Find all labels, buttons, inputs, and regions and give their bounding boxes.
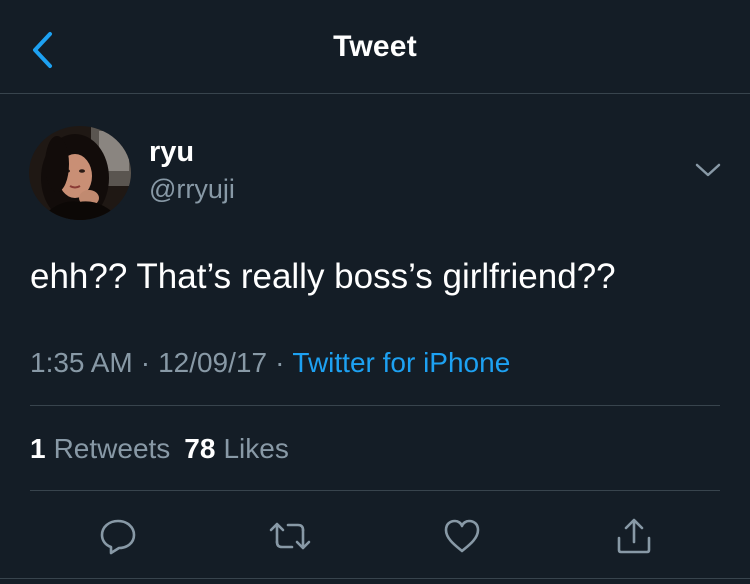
reply-button[interactable] bbox=[96, 514, 140, 558]
likes-count: 78 bbox=[184, 433, 216, 464]
author-display-name[interactable]: ryu bbox=[149, 135, 194, 169]
page-title: Tweet bbox=[333, 30, 417, 63]
meta-separator: · bbox=[140, 347, 151, 378]
tweet-source-link[interactable]: Twitter for iPhone bbox=[292, 347, 510, 378]
retweets-count: 1 bbox=[30, 433, 46, 464]
divider bbox=[30, 405, 720, 406]
retweet-icon bbox=[269, 522, 311, 550]
likes-stat[interactable]: 78 Likes bbox=[184, 433, 289, 464]
avatar-image bbox=[29, 126, 131, 220]
likes-label: Likes bbox=[223, 433, 289, 464]
tweet-actions-bar bbox=[0, 500, 750, 570]
tweet-detail-screen: Tweet ryu @rryuji ehh?? That’s really bo… bbox=[0, 0, 750, 584]
meta-separator: · bbox=[275, 347, 285, 378]
heart-icon bbox=[444, 519, 480, 553]
divider bbox=[30, 490, 720, 491]
chevron-down-icon bbox=[695, 163, 721, 177]
navigation-bar: Tweet bbox=[0, 0, 750, 94]
tweet-meta: 1:35 AM · 12/09/17 · Twitter for iPhone bbox=[30, 345, 510, 381]
retweet-button[interactable] bbox=[268, 514, 312, 558]
tweet-time: 1:35 AM bbox=[30, 347, 133, 378]
tweet-date: 12/09/17 bbox=[158, 347, 268, 378]
tweet-text: ehh?? That’s really boss’s girlfriend?? bbox=[30, 257, 616, 296]
retweets-stat[interactable]: 1 Retweets bbox=[30, 433, 170, 464]
like-button[interactable] bbox=[440, 514, 484, 558]
bottom-divider bbox=[0, 578, 750, 579]
retweets-label: Retweets bbox=[53, 433, 171, 464]
share-button[interactable] bbox=[612, 514, 656, 558]
reply-icon bbox=[100, 519, 136, 555]
tweet-stats: 1 Retweets 78 Likes bbox=[30, 431, 289, 467]
share-icon bbox=[617, 518, 651, 554]
avatar[interactable] bbox=[29, 126, 131, 220]
author-handle[interactable]: @rryuji bbox=[149, 172, 235, 206]
more-options-button[interactable] bbox=[690, 155, 726, 185]
